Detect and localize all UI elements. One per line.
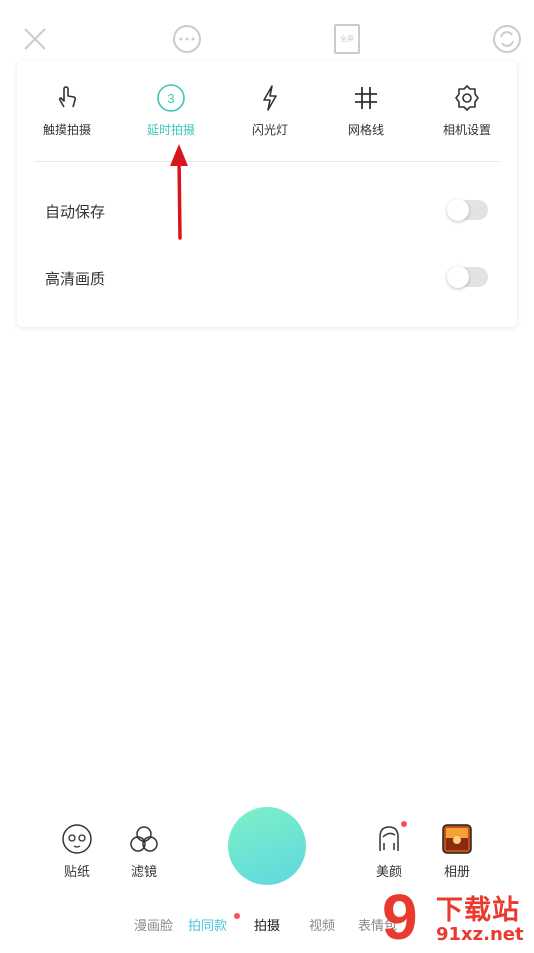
timer-icon: 3	[157, 84, 185, 112]
timer-value: 3	[167, 91, 174, 106]
switch-camera-icon[interactable]	[492, 24, 522, 54]
tool-camera-settings[interactable]: 相机设置	[422, 83, 512, 138]
sticker-button[interactable]: 贴纸	[47, 823, 107, 880]
tool-label: 网格线	[347, 123, 384, 137]
watermark-url: 91xz.net	[436, 924, 524, 945]
sticker-icon	[62, 824, 92, 854]
watermark-logo: 9	[382, 881, 418, 953]
mode-tab-photo[interactable]: 拍摄	[254, 915, 280, 934]
hd-quality-toggle[interactable]	[447, 266, 488, 288]
flash-icon	[263, 85, 277, 111]
tool-label: 触摸拍摄	[42, 123, 91, 137]
same-style-badge	[234, 913, 240, 919]
gear-icon	[455, 85, 479, 111]
more-icon[interactable]	[172, 24, 202, 54]
tool-label: 相机设置	[442, 123, 491, 137]
ratio-label: 全屏	[340, 35, 354, 43]
shutter-button[interactable]	[228, 807, 306, 885]
tool-label: 延时拍摄	[146, 123, 195, 137]
top-bar: 全屏	[0, 0, 534, 60]
tool-grid[interactable]: 网格线	[321, 83, 411, 138]
beauty-button[interactable]: 美颜	[359, 823, 419, 880]
mode-tab-same-style[interactable]: 拍同款	[188, 915, 227, 934]
touch-icon	[58, 86, 77, 108]
beauty-label: 美颜	[375, 865, 402, 880]
auto-save-label: 自动保存	[45, 203, 106, 221]
album-button[interactable]: 相册	[427, 823, 487, 880]
beauty-badge	[401, 821, 407, 827]
watermark-title: 下载站	[436, 895, 520, 926]
tool-touch-shoot[interactable]: 触摸拍摄	[22, 83, 112, 138]
ratio-icon[interactable]: 全屏	[334, 24, 360, 54]
toggle-knob	[447, 266, 469, 288]
toggle-knob	[447, 199, 469, 221]
filter-label: 滤镜	[130, 865, 157, 880]
hd-quality-label: 高清画质	[45, 270, 106, 288]
auto-save-row: 自动保存	[45, 196, 490, 226]
tool-timer-shoot[interactable]: 3 延时拍摄	[126, 83, 216, 138]
filter-icon	[130, 826, 158, 852]
album-icon	[442, 824, 472, 854]
tool-label: 闪光灯	[251, 123, 288, 137]
mode-tab-comic-face[interactable]: 漫画脸	[134, 915, 173, 934]
settings-panel: 触摸拍摄 3 延时拍摄 闪光灯 网格线 相机设置 自动保存 高清画质	[17, 61, 517, 327]
tool-flash[interactable]: 闪光灯	[225, 83, 315, 138]
sticker-label: 贴纸	[63, 865, 90, 880]
grid-icon	[355, 87, 377, 109]
divider	[35, 161, 499, 162]
filter-button[interactable]: 滤镜	[114, 823, 174, 880]
auto-save-toggle[interactable]	[447, 199, 488, 221]
hd-quality-row: 高清画质	[45, 263, 490, 293]
close-icon[interactable]	[20, 24, 50, 54]
annotation-arrow	[170, 144, 188, 240]
beauty-icon	[379, 826, 399, 851]
album-label: 相册	[443, 865, 470, 880]
mode-tab-video[interactable]: 视频	[309, 915, 335, 934]
